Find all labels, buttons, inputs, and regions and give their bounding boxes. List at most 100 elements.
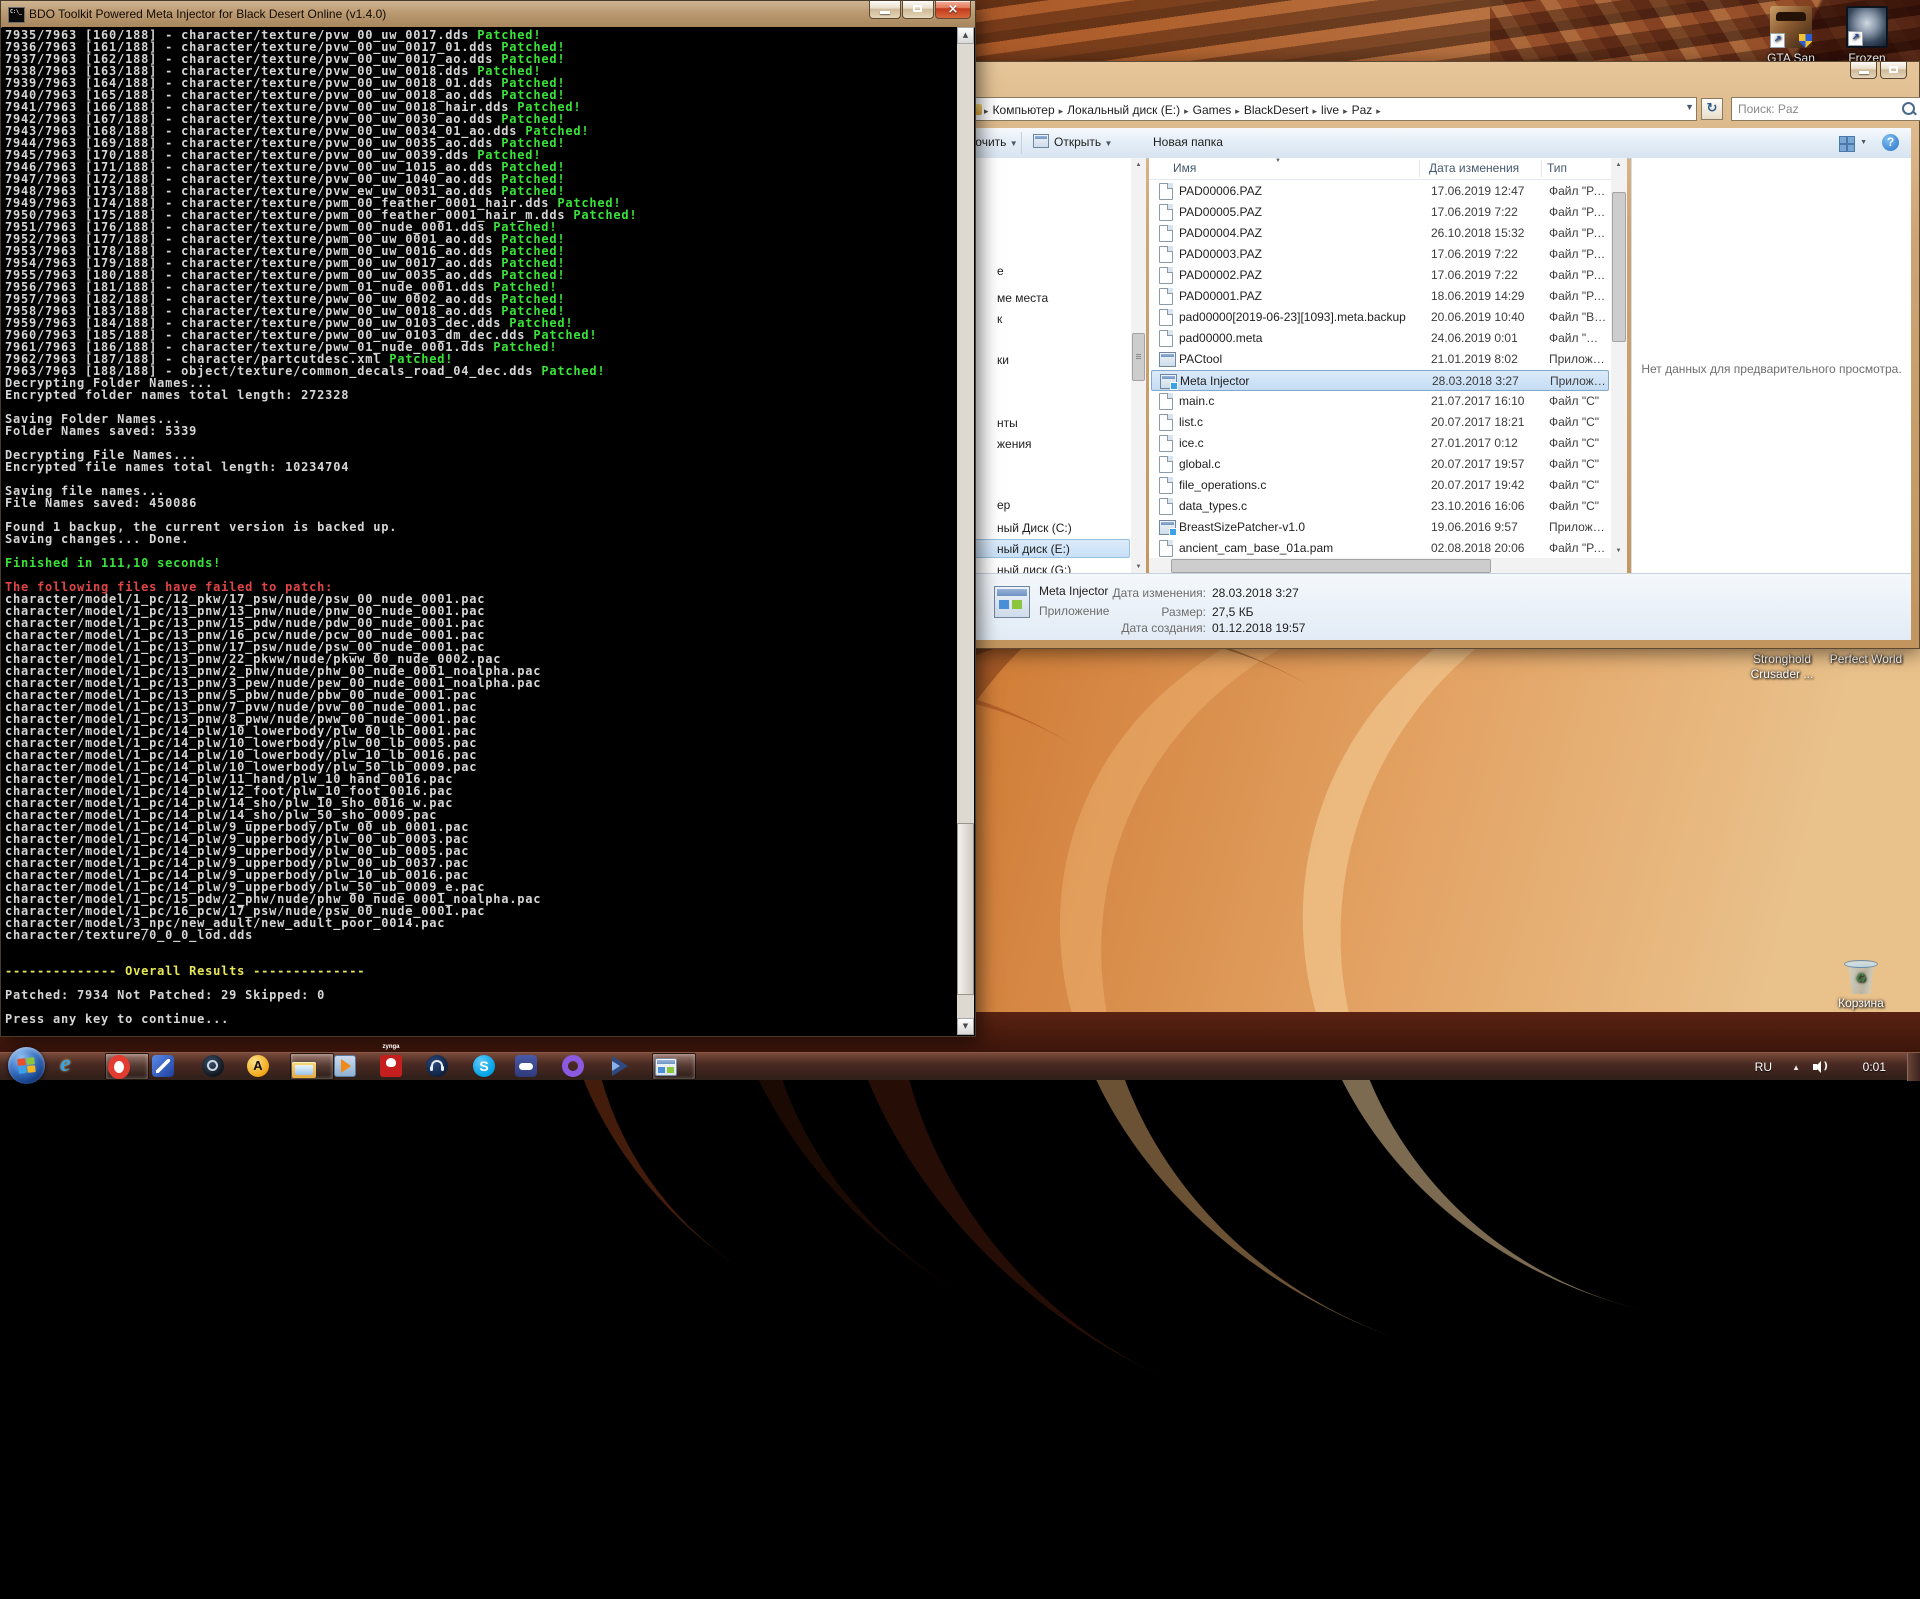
taskbar-button-internet-explorer[interactable]	[60, 1053, 104, 1080]
nav-item[interactable]: ный Диск (C:)	[997, 521, 1072, 535]
taskbar-button-console-window[interactable]	[652, 1053, 696, 1080]
explorer-minimize-button[interactable]	[1850, 62, 1877, 79]
scroll-down-icon[interactable]: ▼	[1611, 544, 1626, 558]
v-scroll-thumb[interactable]	[1612, 192, 1626, 342]
file-name: ice.c	[1179, 436, 1419, 450]
taskbar-button-blue-app[interactable]	[150, 1053, 194, 1080]
scroll-up-icon[interactable]: ▲	[1611, 158, 1626, 172]
change-view-button[interactable]: ▼	[1837, 134, 1867, 152]
taskbar-button-zynga[interactable]	[378, 1053, 422, 1080]
search-box[interactable]: Поиск: Paz	[1731, 97, 1920, 121]
nav-item[interactable]: ер	[997, 498, 1010, 512]
console-line: Folder Names saved: 5339	[5, 425, 637, 437]
breadcrumb-item[interactable]: Локальный диск (E:)	[1063, 101, 1184, 119]
volume-icon[interactable]: )	[1813, 1061, 1828, 1073]
console-line: File Names saved: 450086	[5, 497, 637, 509]
horizontal-scrollbar[interactable]	[1149, 558, 1611, 574]
file-row[interactable]: ancient_cam_base_01a.pam02.08.2018 20:06…	[1151, 538, 1609, 559]
scroll-up-icon[interactable]: ▲	[957, 27, 974, 44]
nav-item[interactable]: жения	[997, 437, 1032, 451]
file-row[interactable]: main.c21.07.2017 16:10Файл "C"	[1151, 391, 1609, 412]
file-row[interactable]: PAD00006.PAZ17.06.2019 12:47Файл "PAZ"	[1151, 181, 1609, 202]
scroll-down-icon[interactable]: ▼	[957, 1018, 974, 1035]
taskbar-button-media-player-classic[interactable]	[332, 1053, 376, 1080]
search-input[interactable]: Поиск: Paz	[1738, 102, 1799, 116]
file-row[interactable]: file_operations.c20.07.2017 19:42Файл "C…	[1151, 475, 1609, 496]
file-row[interactable]: BreastSizePatcher-v1.019.06.2016 9:57При…	[1151, 517, 1609, 538]
taskbar-clock[interactable]: 0:01	[1863, 1060, 1886, 1074]
breadcrumb-item[interactable]: live	[1317, 101, 1343, 119]
desktop-icon-recycle-bin[interactable]: ♻ Корзина	[1822, 958, 1900, 1010]
preview-empty-text: Нет данных для предварительного просмотр…	[1632, 362, 1911, 376]
show-desktop-button[interactable]	[1907, 1053, 1920, 1081]
nav-item[interactable]: ме места	[997, 291, 1048, 305]
desktop-icon-frozen[interactable]: ↗ Frozen	[1828, 6, 1906, 65]
nav-item[interactable]: ки	[997, 353, 1009, 367]
breadcrumb-item[interactable]: Paz	[1348, 101, 1377, 119]
file-row[interactable]: PACtool21.01.2019 8:02Приложение	[1151, 349, 1609, 370]
taskbar-button-skype[interactable]	[471, 1053, 515, 1080]
file-row[interactable]: PAD00002.PAZ17.06.2019 7:22Файл "PAZ"	[1151, 265, 1609, 286]
file-name: pad00000.meta	[1179, 331, 1419, 345]
scroll-down-icon[interactable]: ▼	[1131, 560, 1146, 574]
tray-expand-icon[interactable]: ▲	[1792, 1063, 1800, 1072]
file-row[interactable]: PAD00004.PAZ26.10.2018 15:32Файл "PAZ"	[1151, 223, 1609, 244]
file-row[interactable]: global.c20.07.2017 19:57Файл "C"	[1151, 454, 1609, 475]
file-date: 24.06.2019 0:01	[1431, 331, 1543, 345]
address-dropdown-icon[interactable]: ▼	[1685, 102, 1694, 112]
taskbar-button-discord[interactable]	[513, 1053, 557, 1080]
taskbar-button-aimp[interactable]	[245, 1053, 289, 1080]
nav-item[interactable]: е	[997, 264, 1004, 278]
refresh-button[interactable]: ↻	[1701, 98, 1723, 120]
breadcrumb-item[interactable]: BlackDesert	[1240, 101, 1313, 119]
console-line: Finished in 111,10 seconds!	[5, 557, 637, 569]
explorer-maximize-button[interactable]	[1880, 62, 1907, 79]
nav-scroll-thumb[interactable]	[1132, 333, 1145, 381]
nav-scrollbar[interactable]: ▲ ▼	[1131, 158, 1146, 574]
console-scrollbar[interactable]: ▲ ▼	[957, 27, 974, 1035]
file-row[interactable]: list.c20.07.2017 18:21Файл "C"	[1151, 412, 1609, 433]
console-maximize-button[interactable]	[902, 1, 934, 19]
taskbar-button-steam[interactable]	[200, 1053, 244, 1080]
file-row[interactable]: pad00000.meta24.06.2019 0:01Файл "META"	[1151, 328, 1609, 349]
file-date: 19.06.2016 9:57	[1431, 520, 1543, 534]
file-row[interactable]: data_types.c23.10.2016 16:06Файл "C"	[1151, 496, 1609, 517]
scroll-up-icon[interactable]: ▲	[1131, 158, 1146, 172]
taskbar-button-windows-explorer[interactable]	[290, 1053, 334, 1080]
console-minimize-button[interactable]	[869, 1, 901, 19]
open-menu-button[interactable]: Открыть ▼	[1054, 135, 1112, 149]
taskbar-button-opera[interactable]	[105, 1053, 149, 1080]
nav-item[interactable]: к	[997, 312, 1002, 326]
help-icon[interactable]: ?	[1882, 134, 1899, 151]
nav-item[interactable]: нты	[997, 416, 1018, 430]
column-header-date[interactable]: Дата изменения	[1429, 161, 1519, 175]
uac-shield-icon	[1799, 34, 1812, 48]
breadcrumb-item[interactable]: Компьютер	[989, 101, 1059, 119]
column-header-type[interactable]: Тип	[1547, 161, 1567, 175]
column-header-name[interactable]: Имя	[1173, 161, 1196, 175]
desktop-icon-gta-san[interactable]: ↗ GTA San	[1752, 6, 1830, 65]
file-row[interactable]: PAD00003.PAZ17.06.2019 7:22Файл "PAZ"	[1151, 244, 1609, 265]
h-scroll-thumb[interactable]	[1171, 559, 1491, 573]
console-title-bar[interactable]: BDO Toolkit Powered Meta Injector for Bl…	[1, 1, 975, 28]
desktop-icon-label-perfect-world[interactable]: Perfect World	[1822, 652, 1910, 667]
console-close-button[interactable]: ×	[935, 1, 971, 19]
file-row[interactable]: pad00000[2019-06-23][1093].meta.backup20…	[1151, 307, 1609, 328]
taskbar-button-raidcall[interactable]	[424, 1053, 468, 1080]
file-row[interactable]: ice.c27.01.2017 0:12Файл "C"	[1151, 433, 1609, 454]
file-row[interactable]: PAD00005.PAZ17.06.2019 7:22Файл "PAZ"	[1151, 202, 1609, 223]
console-scroll-thumb[interactable]	[957, 823, 974, 994]
start-button[interactable]	[8, 1047, 45, 1084]
file-row[interactable]: Meta Injector28.03.2018 3:27Приложение	[1151, 370, 1609, 391]
breadcrumb-item[interactable]: Games	[1189, 101, 1236, 119]
new-folder-button[interactable]: Новая папка	[1153, 135, 1223, 149]
chevron-down-icon: ▼	[1010, 139, 1018, 148]
file-list-scrollbar[interactable]: ▲ ▼	[1611, 158, 1627, 574]
taskbar-button-purple-app[interactable]	[560, 1053, 604, 1080]
language-indicator[interactable]: RU	[1755, 1060, 1772, 1074]
desktop-icon-label-stronghold[interactable]: Stronghold Crusader ...	[1736, 652, 1828, 682]
taskbar-button-mpc-be[interactable]	[607, 1053, 651, 1080]
nav-item[interactable]: ный диск (E:)	[997, 542, 1070, 556]
address-bar[interactable]: ▸Компьютер▸Локальный диск (E:)▸Games▸Bla…	[961, 97, 1697, 121]
file-row[interactable]: PAD00001.PAZ18.06.2019 14:29Файл "PAZ"	[1151, 286, 1609, 307]
